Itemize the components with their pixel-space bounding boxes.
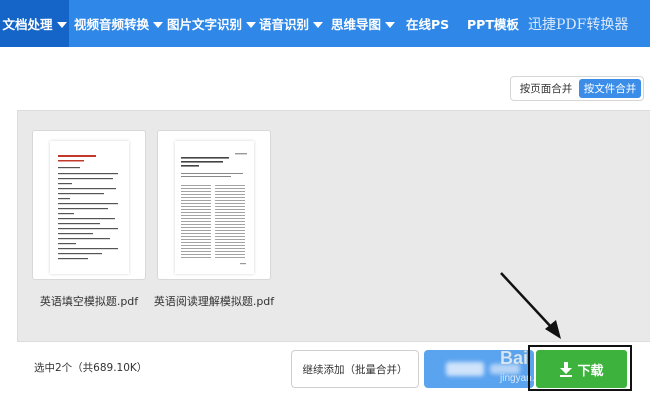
nav-item-online-ps[interactable]: 在线PS <box>406 0 449 47</box>
nav-item-ocr[interactable]: 图片文字识别 <box>167 0 257 47</box>
download-arrow-icon <box>560 362 573 377</box>
merge-mode-toggle: 按页面合并 按文件合并 <box>510 76 644 101</box>
file-name: 英语填空模拟题.pdf <box>39 295 139 308</box>
continue-add-button[interactable]: 继续添加（批量合并） <box>291 350 419 388</box>
nav-item-label: 在线PS <box>406 17 450 32</box>
chevron-down-icon <box>385 21 396 28</box>
chevron-down-icon <box>56 21 67 28</box>
chevron-down-icon <box>313 21 324 28</box>
brand-logo-text[interactable]: 迅捷PDF转换器 <box>528 0 628 47</box>
nav-item-label: 文档处理 <box>2 17 53 32</box>
file-card[interactable] <box>32 130 146 280</box>
file-list-area: 英语填空模拟题.pdf 英语阅读理解模拟题.pdf <box>17 110 650 342</box>
selection-status: 选中2个（共689.10K） <box>34 362 148 374</box>
download-label: 下载 <box>577 363 604 379</box>
merge-button[interactable] <box>424 350 534 388</box>
nav-item-speech-recognition[interactable]: 语音识别 <box>259 0 324 47</box>
file-card[interactable] <box>157 130 271 280</box>
nav-item-document-processing[interactable]: 文档处理 <box>0 0 69 47</box>
nav-item-video-audio[interactable]: 视频音频转换 <box>74 0 164 47</box>
top-nav: 文档处理 视频音频转换 图片文字识别 语音识别 思维导图 在线PS PPT模板 … <box>0 0 650 47</box>
nav-item-label: PPT模板 <box>467 17 519 32</box>
nav-item-label: 视频音频转换 <box>74 17 150 32</box>
merge-by-page-button[interactable]: 按页面合并 <box>515 79 577 98</box>
nav-item-ppt-template[interactable]: PPT模板 <box>467 0 519 47</box>
pdf-thumbnail-icon <box>175 141 254 274</box>
merge-by-file-button[interactable]: 按文件合并 <box>579 79 641 98</box>
file-name: 英语阅读理解模拟题.pdf <box>153 295 275 308</box>
blurred-label <box>490 364 520 374</box>
pdf-thumbnail-icon <box>50 141 129 274</box>
nav-item-label: 语音识别 <box>259 17 310 32</box>
download-button[interactable]: 下载 <box>536 350 627 388</box>
blurred-label <box>446 362 484 376</box>
chevron-down-icon <box>153 21 164 28</box>
nav-item-label: 图片文字识别 <box>167 17 243 32</box>
chevron-down-icon <box>246 21 257 28</box>
nav-item-label: 思维导图 <box>331 17 382 32</box>
nav-item-mind-map[interactable]: 思维导图 <box>331 0 396 47</box>
